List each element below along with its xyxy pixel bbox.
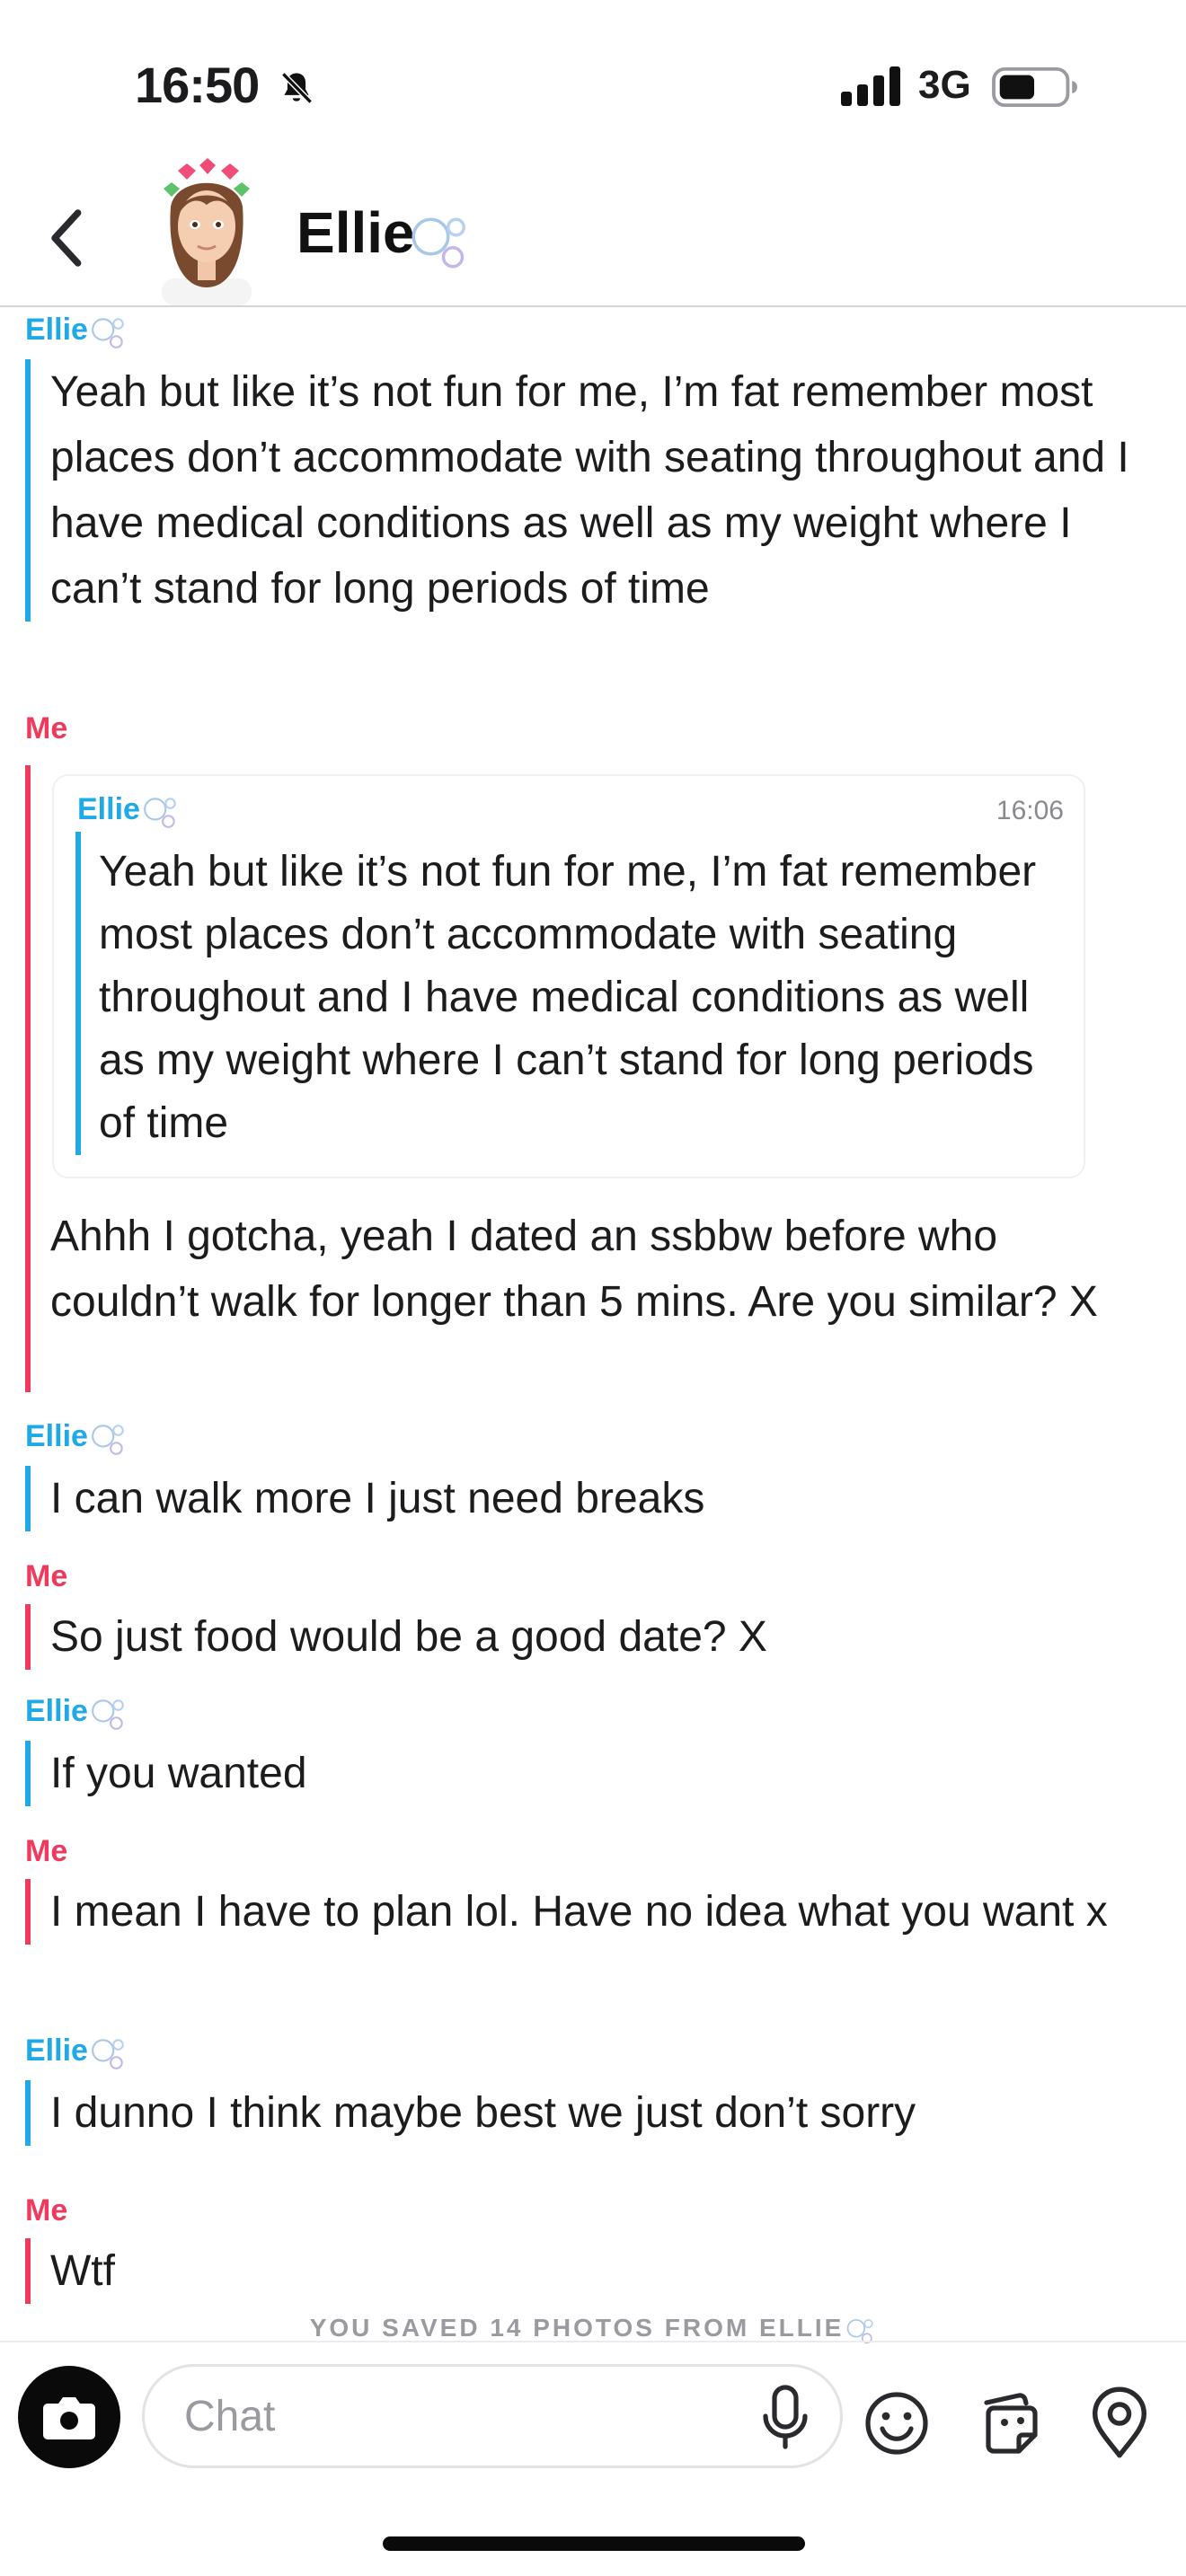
message-bubble[interactable]: If you wanted: [25, 1741, 1130, 1806]
bubbles-icon: [92, 318, 124, 348]
message-text: Wtf: [50, 2247, 115, 2295]
notice-text: YOU SAVED 14 PHOTOS FROM ELLIE: [309, 2314, 845, 2342]
sender-name: Ellie: [25, 1419, 88, 1453]
chat-header: Ellie: [0, 144, 1186, 307]
sender-name: Ellie: [25, 313, 88, 347]
quoted-message[interactable]: Ellie 16:06 Yeah but like it’s not fun f…: [52, 774, 1085, 1178]
message-bubble[interactable]: Wtf: [25, 2238, 1130, 2304]
home-indicator[interactable]: [383, 2536, 805, 2551]
sender-label-me: Me: [25, 2193, 68, 2228]
message-bubble[interactable]: So just food would be a good date? X: [25, 1604, 1130, 1670]
bubbles-icon: [92, 1425, 124, 1455]
chat-input[interactable]: [142, 2364, 843, 2468]
emoji-icon[interactable]: [863, 2389, 931, 2457]
back-chevron-icon[interactable]: [45, 207, 90, 269]
status-time: 16:50: [135, 57, 260, 113]
sender-label-me: Me: [25, 1834, 68, 1868]
message-bubble[interactable]: I mean I have to plan lol. Have no idea …: [25, 1879, 1130, 1945]
bubbles-icon: [92, 2039, 124, 2069]
camera-button[interactable]: [18, 2366, 120, 2468]
message-bubble[interactable]: Yeah but like it’s not fun for me, I’m f…: [25, 359, 1130, 622]
sender-label-friend: Ellie: [25, 1694, 128, 1732]
microphone-icon[interactable]: [758, 2384, 812, 2452]
network-type: 3G: [918, 63, 971, 107]
message-bubble[interactable]: I dunno I think maybe best we just don’t…: [25, 2080, 1130, 2146]
message-text: Ahhh I gotcha, yeah I dated an ssbbw bef…: [50, 1213, 1098, 1326]
sender-name: Ellie: [25, 1694, 88, 1728]
bell-slash-icon: [281, 72, 313, 104]
message-text: I mean I have to plan lol. Have no idea …: [50, 1888, 1108, 1936]
quoted-timestamp: 16:06: [996, 796, 1064, 825]
message-text: So just food would be a good date? X: [50, 1613, 767, 1661]
message-text: I can walk more I just need breaks: [50, 1475, 705, 1522]
bubbles-icon: [144, 798, 176, 828]
message-text: I dunno I think maybe best we just don’t…: [50, 2089, 916, 2137]
quoted-sender: Ellie: [77, 792, 180, 830]
battery-icon: [992, 66, 1077, 108]
quoted-sender-name: Ellie: [77, 792, 140, 826]
bitmoji-avatar[interactable]: [144, 153, 270, 305]
camera-icon: [43, 2397, 95, 2439]
message-text: Yeah but like it’s not fun for me, I’m f…: [50, 368, 1129, 613]
sticker-icon[interactable]: [976, 2387, 1044, 2457]
signal-icon: [841, 66, 900, 106]
sender-label-me: Me: [25, 711, 68, 745]
sender-label-friend: Ellie: [25, 2033, 128, 2071]
contact-name[interactable]: Ellie: [296, 199, 415, 266]
sender-label-me: Me: [25, 1559, 68, 1593]
sender-label-friend: Ellie: [25, 1419, 128, 1457]
sender-label-friend: Ellie: [25, 313, 128, 350]
sender-name: Ellie: [25, 2033, 88, 2068]
message-text: If you wanted: [50, 1750, 307, 1797]
message-bubble[interactable]: I can walk more I just need breaks: [25, 1466, 1130, 1531]
bubbles-icon: [412, 217, 465, 269]
bubbles-icon: [92, 1699, 124, 1730]
composer-bar: [0, 2341, 1186, 2486]
quoted-text: Yeah but like it’s not fun for me, I’m f…: [75, 832, 1055, 1155]
location-pin-icon[interactable]: [1087, 2386, 1152, 2461]
